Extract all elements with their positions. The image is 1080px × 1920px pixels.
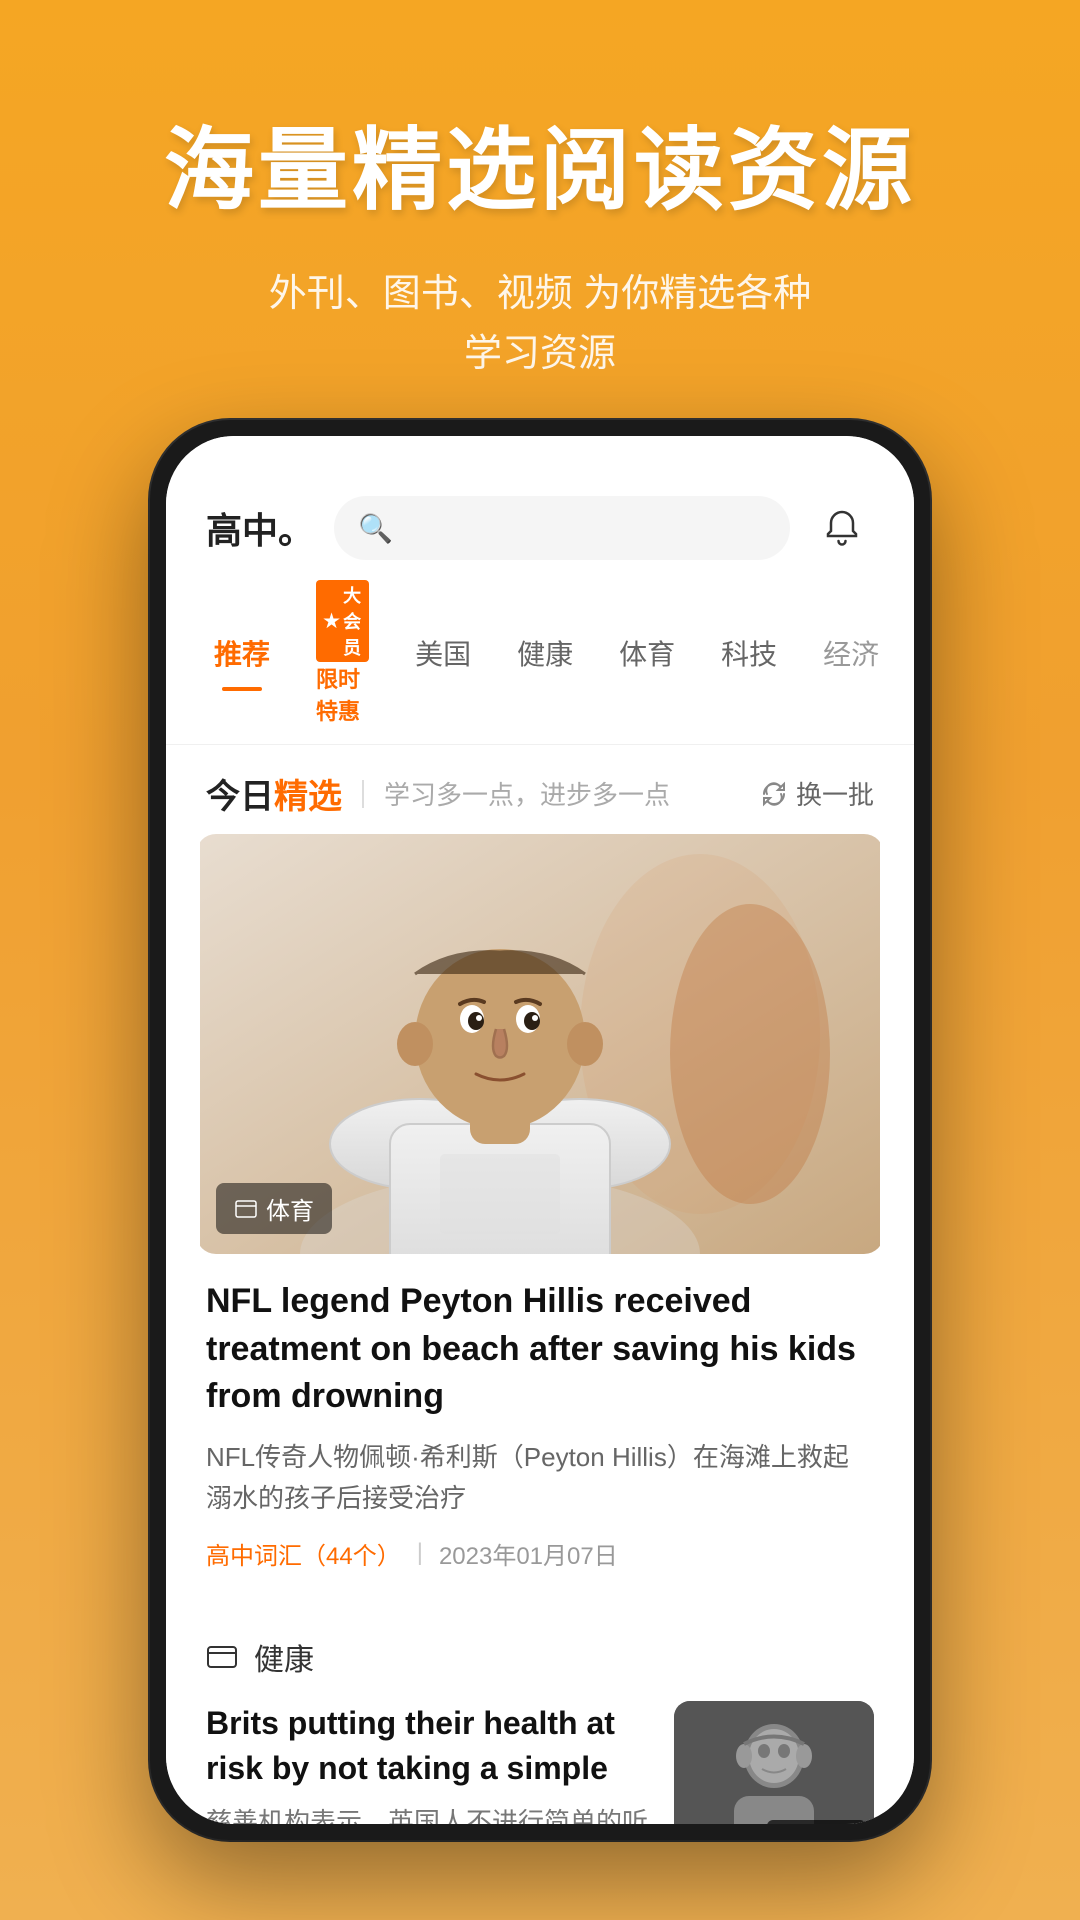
tab-vip-special[interactable]: ✭ 大会员 限时特惠 <box>308 580 377 744</box>
tab-economy[interactable]: 经济 <box>815 633 887 691</box>
tab-health[interactable]: 健康 <box>509 633 581 691</box>
tab-recommended[interactable]: 推荐 <box>206 633 278 691</box>
second-article-thumbnail[interactable]: 🎧 02:30 <box>674 1701 874 1824</box>
featured-article-desc: NFL传奇人物佩顿·希利斯（Peyton Hillis）在海滩上救起溺水的孩子后… <box>206 1437 874 1520</box>
hero-subtitle: 外刊、图书、视频 为你精选各种 学习资源 <box>80 264 1000 386</box>
app-logo: 高中。 <box>206 502 314 554</box>
phone-mockup: 高中。 🔍 推荐 ✭ <box>150 420 930 1840</box>
second-article-text: Brits putting their health at risk by no… <box>206 1701 650 1824</box>
second-article-title: Brits putting their health at risk by no… <box>206 1701 650 1791</box>
featured-article-image[interactable]: 体育 <box>196 834 884 1254</box>
tab-america[interactable]: 美国 <box>407 633 479 691</box>
second-article-desc: 慈善机构表示，英国人不进行简单的听力测试，令自身及健康... <box>206 1803 650 1824</box>
section-divider <box>362 780 364 808</box>
category-tag: 体育 <box>216 1183 332 1234</box>
featured-article-content[interactable]: NFL legend Peyton Hillis received treatm… <box>166 1254 914 1595</box>
meta-divider: | <box>417 1539 423 1567</box>
today-subtitle: 学习多一点，进步多一点 <box>384 775 760 812</box>
status-bar <box>166 436 914 486</box>
health-section-header: 健康 <box>166 1611 914 1691</box>
thumb-duration: 🎧 02:30 <box>767 1820 866 1824</box>
today-title-prefix: 今日精选 <box>206 769 342 818</box>
tag-icon <box>234 1197 258 1221</box>
tab-sports[interactable]: 体育 <box>611 633 683 691</box>
nav-tabs: 推荐 ✭ 大会员 限时特惠 美国 健康 体育 <box>166 560 914 745</box>
thumb-inner <box>674 1701 874 1824</box>
health-section: 健康 Brits putting their health at risk by… <box>166 1611 914 1824</box>
featured-article-title: NFL legend Peyton Hillis received treatm… <box>206 1278 874 1421</box>
hero-title: 海量精选阅读资源 <box>80 120 1000 224</box>
health-section-label: 健康 <box>254 1635 314 1679</box>
refresh-icon <box>760 780 788 808</box>
vip-badge: ✭ 大会员 <box>316 580 369 662</box>
hero-section: 海量精选阅读资源 外刊、图书、视频 为你精选各种 学习资源 <box>0 0 1080 445</box>
today-section-header: 今日精选 学习多一点，进步多一点 换一批 <box>166 745 914 834</box>
search-icon: 🔍 <box>358 512 393 545</box>
second-article[interactable]: Brits putting their health at risk by no… <box>166 1691 914 1824</box>
vip-label: 限时特惠 <box>316 662 369 726</box>
thumb-illustration <box>674 1701 874 1824</box>
notification-button[interactable] <box>810 496 874 560</box>
tab-tech[interactable]: 科技 <box>713 633 785 691</box>
phone-screen: 高中。 🔍 推荐 ✭ <box>166 436 914 1824</box>
article-date: 2023年01月07日 <box>439 1536 618 1571</box>
health-section-icon <box>206 1641 238 1673</box>
vocab-tag: 高中词汇（44个） <box>206 1536 401 1571</box>
bell-icon <box>822 508 862 548</box>
phone-outer: 高中。 🔍 推荐 ✭ <box>150 420 930 1840</box>
featured-article-meta: 高中词汇（44个） | 2023年01月07日 <box>206 1536 874 1571</box>
search-bar[interactable]: 🔍 <box>334 496 790 560</box>
refresh-button[interactable]: 换一批 <box>760 775 874 812</box>
app-header: 高中。 🔍 <box>166 486 914 560</box>
